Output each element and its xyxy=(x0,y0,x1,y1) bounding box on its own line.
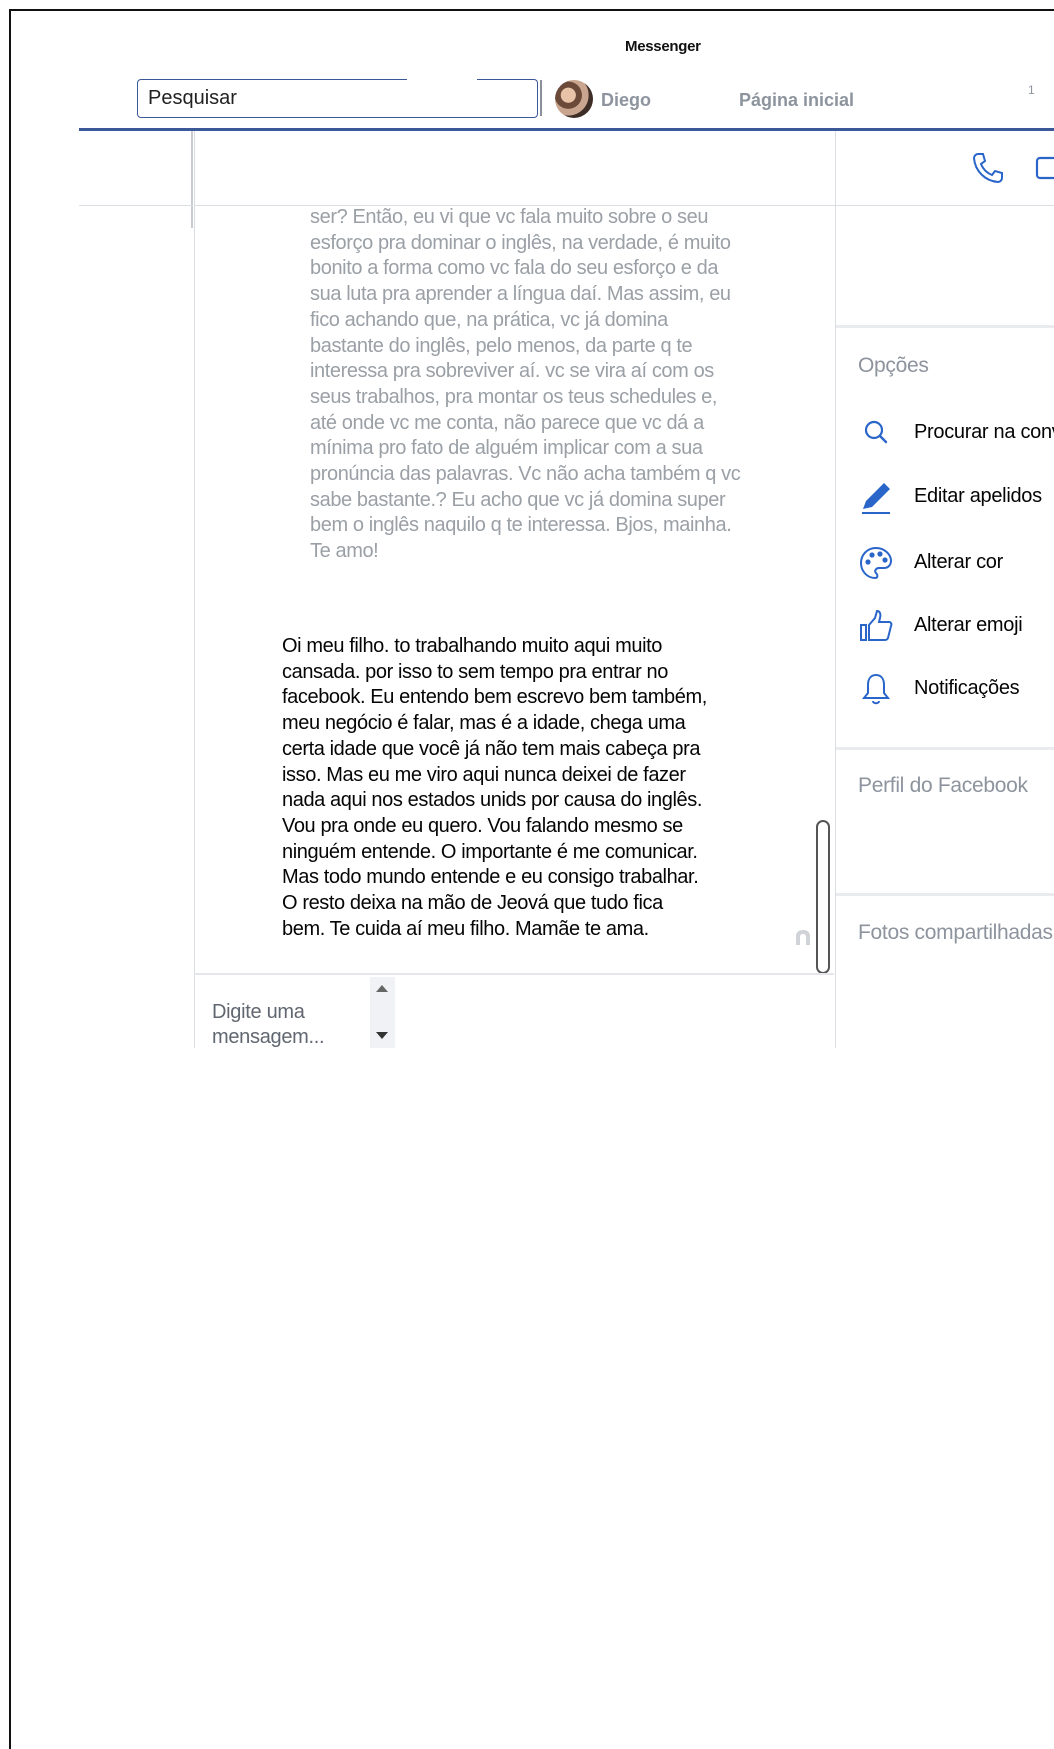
notification-count[interactable]: 1 xyxy=(1028,83,1035,97)
side-divider-2 xyxy=(836,747,1054,750)
side-divider-3 xyxy=(836,893,1054,896)
facebook-profile-link[interactable]: Perfil do Facebook xyxy=(858,774,1028,798)
conversation-list-divider xyxy=(79,205,193,206)
app-title: Messenger xyxy=(625,38,701,55)
option-change-emoji[interactable]: Alterar emoji xyxy=(858,608,1054,648)
message-input[interactable]: Digite uma mensagem... xyxy=(212,1000,362,1048)
option-label: Alterar emoji xyxy=(914,614,1023,636)
palette-icon xyxy=(859,546,893,580)
option-label: Editar apelidos xyxy=(914,485,1042,507)
profile-link[interactable]: Diego xyxy=(601,90,651,111)
bell-icon xyxy=(861,673,891,705)
home-link[interactable]: Página inicial xyxy=(739,90,854,111)
option-notifications[interactable]: Notificações xyxy=(858,671,1054,711)
video-icon[interactable] xyxy=(1035,155,1054,181)
avatar[interactable] xyxy=(555,80,593,118)
option-change-color[interactable]: Alterar cor xyxy=(858,545,1054,585)
side-divider-1 xyxy=(836,325,1054,328)
shared-photos-title[interactable]: Fotos compartilhadas xyxy=(858,921,1053,945)
search-icon xyxy=(864,420,888,444)
incoming-message: ser? Então, eu vi que vc fala muito sobr… xyxy=(310,206,741,563)
messages-scrollbar[interactable] xyxy=(816,820,830,974)
option-label: Alterar cor xyxy=(914,551,1003,573)
conversation-list-border xyxy=(191,131,193,228)
seen-avatar-icon xyxy=(796,930,810,945)
composer-scrollbar[interactable] xyxy=(370,977,395,1048)
composer-divider xyxy=(194,973,834,975)
header-separator xyxy=(540,80,542,116)
option-edit-nicknames[interactable]: Editar apelidos xyxy=(858,479,1054,519)
option-label: Notificações xyxy=(914,677,1020,699)
phone-icon[interactable] xyxy=(970,150,1006,186)
option-label: Procurar na conversa xyxy=(914,421,1054,443)
search-input[interactable] xyxy=(148,86,518,110)
thumbs-up-icon xyxy=(860,609,893,641)
option-search-conversation[interactable]: Procurar na conversa xyxy=(858,415,1054,455)
options-title: Opções xyxy=(858,354,929,377)
outgoing-message: Oi meu filho. to trabalhando muito aqui … xyxy=(282,635,707,940)
scroll-down-icon[interactable] xyxy=(376,1032,388,1039)
pencil-icon xyxy=(862,483,890,514)
scroll-up-icon[interactable] xyxy=(376,985,388,992)
search-box[interactable] xyxy=(137,78,538,118)
